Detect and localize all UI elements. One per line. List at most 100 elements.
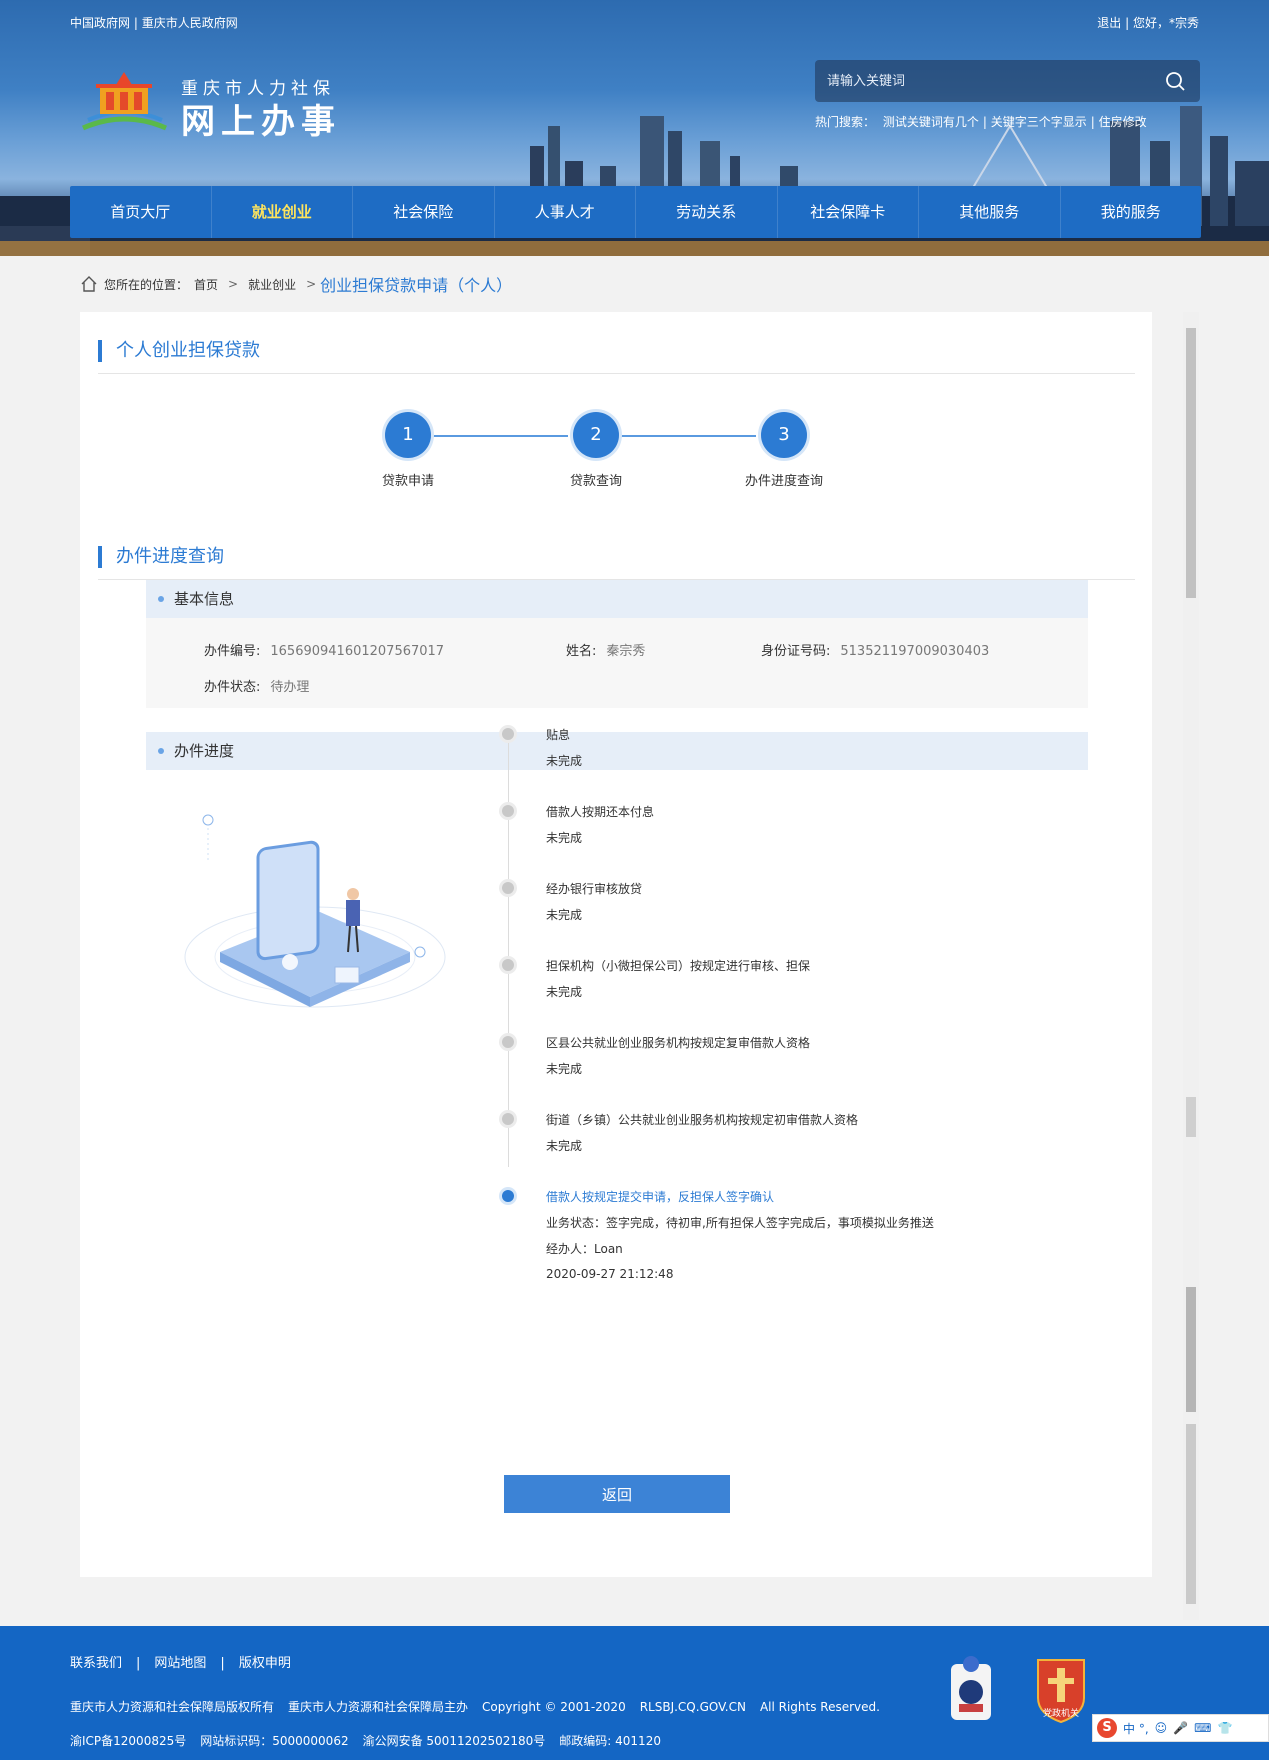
footer-link-sitemap[interactable]: 网站地图 <box>154 1656 206 1671</box>
timeline-line <box>508 737 509 1167</box>
timeline-dot <box>502 1036 514 1048</box>
ime-toolbar[interactable]: S 中 °, ☺ 🎤 ⌨ 👕 <box>1092 1714 1269 1742</box>
divider: | <box>133 16 142 30</box>
main-card: 个人创业担保贷款 1 贷款申请 2 贷款查询 3 办件进度查询 办件进度查询 基… <box>80 312 1152 1577</box>
postal-code: 邮政编码: 401120 <box>559 1734 661 1748</box>
timeline-status: 未完成 <box>546 1139 583 1153</box>
scrollbar-thumb[interactable] <box>1186 1424 1196 1604</box>
skin-icon[interactable]: 👕 <box>1217 1721 1232 1735</box>
nav-item-social-insurance[interactable]: 社会保险 <box>353 186 495 238</box>
timeline-dot <box>502 1113 514 1125</box>
nav-item-home[interactable]: 首页大厅 <box>70 186 212 238</box>
nav-item-social-card[interactable]: 社会保障卡 <box>778 186 919 238</box>
search-box <box>815 60 1200 102</box>
search-icon[interactable] <box>1164 70 1186 92</box>
footer-links: 联系我们 | 网站地图 | 版权申明 <box>70 1652 291 1671</box>
logout-link[interactable]: 退出 <box>1097 16 1121 30</box>
scrollbar-thumb[interactable] <box>1186 1097 1196 1137</box>
emoji-icon[interactable]: ☺ <box>1155 1721 1168 1735</box>
footer-copyright: 重庆市人力资源和社会保障局版权所有 重庆市人力资源和社会保障局主办 Copyrigh… <box>70 1698 894 1715</box>
phone-illustration <box>184 814 446 1008</box>
timeline-title: 经办银行审核放贷 <box>546 882 643 896</box>
party-gov-badge-icon[interactable]: 党政机关 <box>1030 1654 1092 1724</box>
id-field: 身份证号码: 513521197009030403 <box>761 640 989 659</box>
user-greeting: 您好，*宗秀 <box>1132 16 1199 30</box>
sogou-icon: S <box>1097 1718 1117 1738</box>
logo-title: 网上办事 <box>181 102 341 142</box>
field-label: 办件状态: <box>204 680 261 695</box>
timeline-dot <box>502 959 514 971</box>
ime-mode[interactable]: 中 °, <box>1123 1720 1149 1737</box>
footer-link-contact[interactable]: 联系我们 <box>70 1656 122 1671</box>
step-label: 办件进度查询 <box>744 474 823 489</box>
site-footer: 联系我们 | 网站地图 | 版权申明 重庆市人力资源和社会保障局版权所有 重庆市人力资源和… <box>0 1626 1269 1760</box>
nav-item-talent[interactable]: 人事人才 <box>495 186 636 238</box>
city-gov-link[interactable]: 重庆市人民政府网 <box>142 16 238 30</box>
party-gov-badge-text: 党政机关 <box>1043 1707 1079 1719</box>
keyboard-icon[interactable]: ⌨ <box>1194 1721 1211 1735</box>
timeline-status: 业务状态：签字完成，待初审,所有担保人签字完成后，事项模拟业务推送 <box>546 1216 934 1230</box>
footer-link-copyright[interactable]: 版权申明 <box>239 1656 291 1671</box>
breadcrumb-level1[interactable]: 就业创业 <box>248 276 296 293</box>
progress-header: 办件进度 <box>146 732 1088 770</box>
back-button[interactable]: 返回 <box>504 1475 730 1513</box>
case-no-field: 办件编号: 16569094160120756701​7 <box>204 640 444 659</box>
timeline-title: 区县公共就业创业服务机构按规定复审借款人资格 <box>546 1036 811 1050</box>
timeline-status: 未完成 <box>546 1062 583 1076</box>
home-icon[interactable] <box>80 275 98 293</box>
search-input[interactable] <box>827 70 1147 92</box>
top-bar: 中国政府网 | 重庆市人民政府网 退出 | 您好，*宗秀 <box>70 14 1199 32</box>
copyright-years: Copyright © 2001-2020 <box>482 1700 626 1714</box>
site-logo[interactable]: 重庆市人力社保 网上办事 <box>78 70 368 142</box>
divider: | <box>1125 16 1133 30</box>
divider: | <box>220 1656 225 1671</box>
basic-info-panel: 办件编号: 16569094160120756701​7 姓名: 秦宗秀 身份证号码… <box>146 618 1088 708</box>
hot-search-item[interactable]: 测试关键词有几个 <box>883 115 979 129</box>
hot-search-item[interactable]: 住房修改 <box>1099 115 1147 129</box>
step-1[interactable]: 1 贷款申请 <box>348 412 468 489</box>
gov-link[interactable]: 中国政府网 <box>70 16 130 30</box>
mic-icon[interactable]: 🎤 <box>1173 1721 1188 1735</box>
timeline-dot <box>502 805 514 817</box>
breadcrumb-sep: > <box>228 277 239 291</box>
name-field: 姓名: 秦宗秀 <box>566 640 645 659</box>
police-record: 渝公网安备 50011202502180号 <box>362 1734 546 1748</box>
timeline-handler: 经办人：Loan <box>546 1242 623 1256</box>
divider: | <box>136 1656 141 1671</box>
field-label: 办件编号: <box>204 644 261 659</box>
nav-item-employment[interactable]: 就业创业 <box>212 186 353 238</box>
timeline-dot <box>502 728 514 740</box>
copyright-domain: RLSBJ.CQ.GOV.CN <box>639 1700 746 1714</box>
timeline-title: 贴息 <box>546 728 571 742</box>
nav-item-my-service[interactable]: 我的服务 <box>1061 186 1202 238</box>
status-field: 办件状态: 待办理 <box>204 676 309 695</box>
case-no-value: 16569094160120756701​7 <box>270 644 445 659</box>
police-badge-icon[interactable] <box>945 1654 997 1724</box>
step-label: 贷款申请 <box>381 474 434 489</box>
breadcrumb: 您所在的位置： 首页 > 就业创业 > 创业担保贷款申请（个人） <box>80 272 512 296</box>
scrollbar-thumb[interactable] <box>1186 328 1196 598</box>
step-number: 2 <box>573 412 619 458</box>
step-3[interactable]: 3 办件进度查询 <box>724 412 844 489</box>
field-label: 身份证号码: <box>761 644 831 659</box>
hot-search-label: 热门搜索： <box>815 115 876 129</box>
field-label: 姓名: <box>566 644 597 659</box>
copyright-rights: All Rights Reserved. <box>759 1700 880 1714</box>
timeline-title: 担保机构（小微担保公司）按规定进行审核、担保 <box>546 959 811 973</box>
nav-item-other[interactable]: 其他服务 <box>919 186 1061 238</box>
step-2[interactable]: 2 贷款查询 <box>536 412 656 489</box>
step-label: 贷款查询 <box>569 474 622 489</box>
scrollbar[interactable] <box>1183 312 1199 1620</box>
name-value: 秦宗秀 <box>606 644 646 659</box>
timeline-dot <box>502 882 514 894</box>
icp-number: 渝ICP备12000825号 <box>70 1734 187 1748</box>
timeline-status: 未完成 <box>546 754 583 768</box>
nav-item-labor[interactable]: 劳动关系 <box>636 186 778 238</box>
breadcrumb-home[interactable]: 首页 <box>194 276 218 293</box>
breadcrumb-sep: > <box>306 277 317 291</box>
breadcrumb-current: 创业担保贷款申请（个人） <box>320 276 513 295</box>
scrollbar-thumb[interactable] <box>1186 1287 1196 1412</box>
timeline-status: 未完成 <box>546 908 583 922</box>
timeline-status: 未完成 <box>546 831 583 845</box>
hot-search-item[interactable]: 关键字三个字显示 <box>991 115 1087 129</box>
